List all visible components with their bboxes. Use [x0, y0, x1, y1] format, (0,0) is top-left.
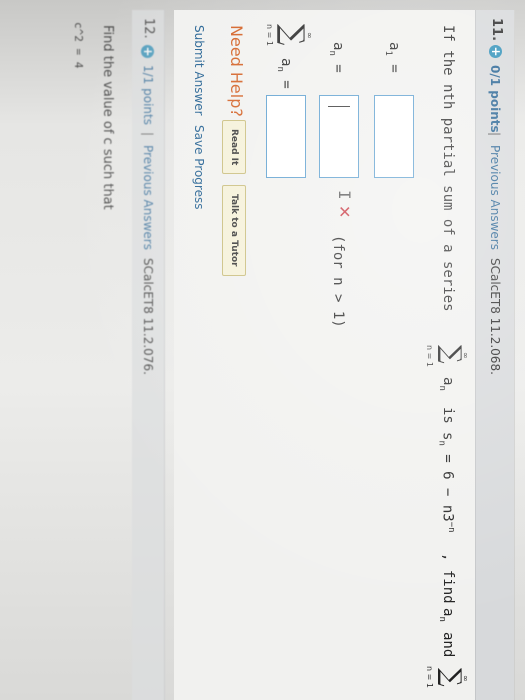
find-text: , find: [440, 553, 456, 604]
an-input[interactable]: [319, 95, 359, 178]
prompt-text: If the nth partial sum of a series: [440, 25, 456, 312]
sigma-lower-limit: n = 1: [425, 345, 434, 367]
a1-input[interactable]: [374, 95, 414, 178]
question-11-panel: 11. + 0/1 points | Previous Answers SCal…: [174, 10, 515, 700]
problem-code: SCalcET8 11.2.068.: [488, 258, 502, 375]
x-mark-icon: ✕: [335, 205, 354, 219]
term-an: an: [437, 377, 456, 391]
condition-text: (for n > 1): [330, 235, 346, 328]
is-text: is: [440, 407, 456, 424]
save-progress-button[interactable]: Save Progress: [192, 125, 206, 209]
points-label-12: 1/1 points: [141, 65, 155, 125]
question-12-header: 12. + 1/1 points | Previous Answers SCal…: [132, 10, 165, 700]
question-12-partial-expression: c^2 = 4: [72, 22, 85, 69]
sn-expression: sn = 6 − n3−n: [436, 432, 456, 533]
find-an: an: [437, 608, 456, 622]
separator: |: [488, 132, 502, 137]
text-cursor: [328, 106, 350, 107]
question-number: 11.: [489, 18, 504, 42]
talk-to-tutor-button[interactable]: Talk to a Tutor: [222, 185, 246, 276]
i-beam-cursor-icon: I: [335, 190, 354, 200]
problem-code-12: SCalcET8 11.2.076.: [141, 258, 155, 375]
plus-circle-icon-12[interactable]: +: [141, 45, 155, 58]
sigma-icon: ∑: [436, 345, 466, 364]
previous-answers-link-12[interactable]: Previous Answers: [141, 145, 155, 250]
screen-photo: 11. + 0/1 points | Previous Answers SCal…: [0, 0, 525, 700]
sum-input[interactable]: [266, 95, 306, 178]
question-11-header: 11. + 0/1 points | Previous Answers SCal…: [475, 10, 514, 700]
question-12-prompt: Find the value of c such that: [100, 25, 115, 210]
separator-12: |: [141, 132, 155, 137]
sum-label: an =: [275, 58, 294, 89]
previous-answers-link[interactable]: Previous Answers: [488, 145, 502, 250]
read-it-button[interactable]: Read It: [222, 120, 246, 175]
submit-answer-button[interactable]: Submit Answer: [192, 25, 206, 116]
sigma-lower-limit-2: n = 1: [425, 666, 434, 688]
sum-lower-limit: n = 1: [265, 24, 274, 46]
plus-circle-icon[interactable]: +: [489, 45, 503, 58]
an-label: an =: [327, 42, 346, 73]
points-label: 0/1 points: [488, 65, 502, 133]
and-text: and: [440, 632, 456, 658]
question-number-12: 12.: [141, 18, 156, 39]
need-help-label: Need Help?: [227, 25, 246, 117]
a1-label: a1 =: [383, 42, 402, 73]
sigma-icon-2: ∑: [436, 668, 466, 687]
sum-sigma-icon: ∑: [275, 24, 310, 46]
